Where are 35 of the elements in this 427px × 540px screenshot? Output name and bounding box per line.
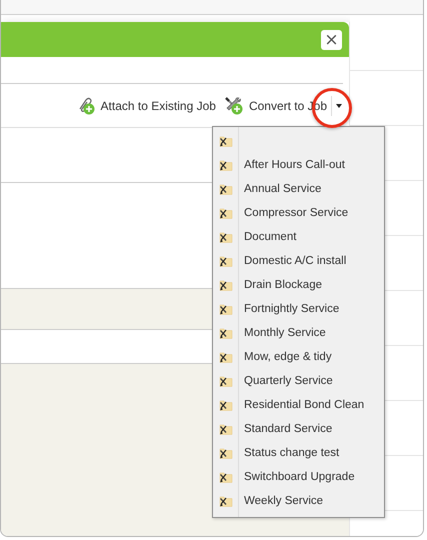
folder-tools-icon [219, 399, 233, 411]
menu-item[interactable]: Mow, edge & tidy [213, 345, 384, 369]
close-button[interactable]: × [321, 30, 342, 50]
folder-tools-icon [219, 183, 233, 195]
folder-tools-icon [219, 351, 233, 363]
menu-item[interactable]: After Hours Call-out [213, 153, 384, 177]
menu-item[interactable]: Residential Bond Clean [213, 393, 384, 417]
menu-item[interactable]: Quarterly Service [213, 369, 384, 393]
menu-item[interactable]: Status change test [213, 441, 384, 465]
folder-tools-icon [219, 159, 233, 171]
menu-item[interactable]: Weekly Service [213, 489, 384, 513]
menu-item[interactable]: Monthly Service [213, 321, 384, 345]
folder-tools-icon [219, 495, 233, 507]
folder-tools-icon [219, 303, 233, 315]
menu-item[interactable]: Switchboard Upgrade [213, 465, 384, 489]
folder-tools-icon [219, 135, 233, 147]
menu-item[interactable]: Annual Service [213, 177, 384, 201]
attach-button[interactable]: Attach to Existing Job [72, 96, 220, 115]
menu-item[interactable]: Compressor Service [213, 201, 384, 225]
folder-tools-icon [219, 207, 233, 219]
menu-item[interactable]: Drain Blockage [213, 273, 384, 297]
menu-item[interactable]: Standard Service [213, 417, 384, 441]
folder-tools-icon [219, 279, 233, 291]
folder-tools-icon [219, 231, 233, 243]
folder-tools-icon [219, 327, 233, 339]
folder-tools-icon [219, 423, 233, 435]
menu-item[interactable]: Domestic A/C install [213, 249, 384, 273]
folder-tools-icon [219, 255, 233, 267]
caret-icon [336, 104, 342, 108]
folder-tools-icon [219, 447, 233, 459]
folder-tools-icon [219, 375, 233, 387]
menu-item[interactable]: Document [213, 225, 384, 249]
folder-tools-icon [219, 471, 233, 483]
menu-item[interactable]: Fortnightly Service [213, 297, 384, 321]
tools-plus-icon [224, 96, 243, 115]
